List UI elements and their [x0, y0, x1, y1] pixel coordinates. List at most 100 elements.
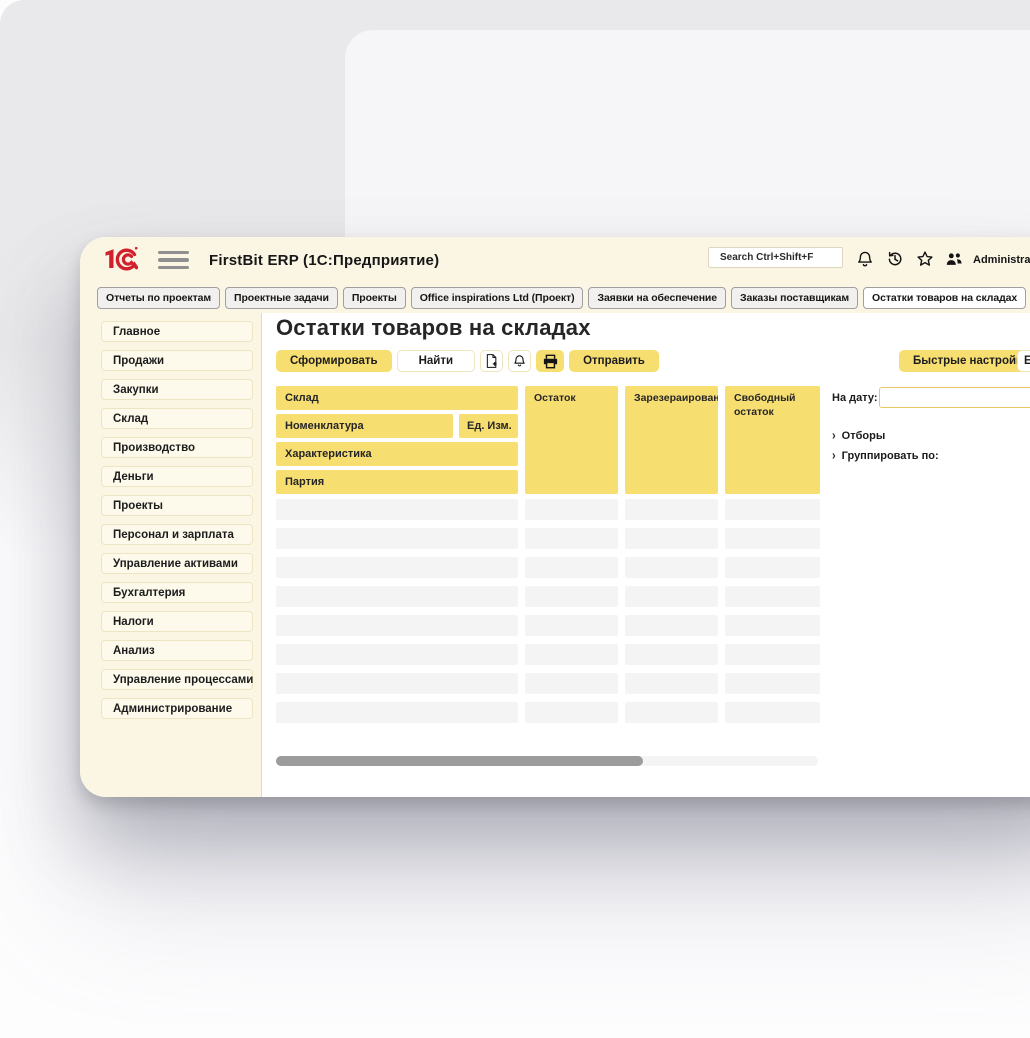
empty-cell	[725, 673, 820, 694]
more-button[interactable]: Ещё	[1017, 350, 1030, 372]
current-user-label[interactable]: Administrator	[973, 254, 1030, 266]
sidebar-item-warehouse[interactable]: Склад	[101, 408, 253, 429]
empty-cell	[525, 644, 618, 665]
sidebar-item-sales[interactable]: Продажи	[101, 350, 253, 371]
section-sidebar: Главное Продажи Закупки Склад Производст…	[80, 313, 262, 797]
empty-cell	[276, 673, 518, 694]
print-button[interactable]	[536, 350, 564, 372]
empty-cell	[725, 528, 820, 549]
empty-cell	[525, 528, 618, 549]
empty-cell	[625, 557, 718, 578]
sidebar-item-analysis[interactable]: Анализ	[101, 640, 253, 661]
sidebar-item-production[interactable]: Производство	[101, 437, 253, 458]
empty-cell	[525, 557, 618, 578]
page-title: Остатки товаров на складах	[276, 315, 591, 341]
table-row	[276, 644, 820, 665]
sidebar-item-process-management[interactable]: Управление процессами	[101, 669, 253, 690]
printer-icon	[542, 353, 559, 370]
tab-warehouse-stock[interactable]: Остатки товаров на складах	[863, 287, 1026, 309]
sidebar-item-purchases[interactable]: Закупки	[101, 379, 253, 400]
tab-supplier-orders[interactable]: Заказы поставщикам	[731, 287, 858, 309]
sidebar-item-hr-payroll[interactable]: Персонал и зарплата	[101, 524, 253, 545]
header-nomenclature[interactable]: Номенклатура	[276, 414, 453, 438]
sidebar-item-main[interactable]: Главное	[101, 321, 253, 342]
table-row	[276, 586, 820, 607]
empty-cell	[525, 673, 618, 694]
header-reserved[interactable]: Зарезераировано	[625, 386, 718, 494]
filters-disclosure[interactable]: › Отборы	[832, 430, 885, 442]
empty-cell	[625, 586, 718, 607]
empty-cell	[276, 615, 518, 636]
notifications-bell-icon[interactable]	[856, 250, 874, 268]
empty-cell	[625, 673, 718, 694]
chevron-right-icon: ›	[832, 449, 836, 463]
global-search[interactable]	[708, 247, 843, 268]
sidebar-item-taxes[interactable]: Налоги	[101, 611, 253, 632]
header-free-stock[interactable]: Свободный остаток	[725, 386, 820, 494]
empty-cell	[525, 702, 618, 723]
report-main-area: Остатки товаров на складах Сформировать …	[262, 313, 1030, 797]
report-alert-button[interactable]	[508, 350, 531, 372]
sidebar-item-asset-management[interactable]: Управление активами	[101, 553, 253, 574]
header-batch[interactable]: Партия	[276, 470, 518, 494]
empty-cell	[276, 644, 518, 665]
table-row	[276, 702, 820, 723]
quick-settings-button[interactable]: Быстрые настройки	[899, 350, 1030, 372]
tab-supply-requests[interactable]: Заявки на обеспечение	[588, 287, 726, 309]
horizontal-scrollbar[interactable]	[276, 756, 818, 766]
new-document-icon	[484, 353, 499, 369]
search-input[interactable]	[709, 252, 842, 263]
table-empty-rows	[276, 499, 820, 731]
hamburger-menu-icon[interactable]	[158, 251, 189, 269]
report-table-header: Склад Номенклатура Ед. Изм. Характеристи…	[276, 386, 820, 494]
empty-cell	[725, 557, 820, 578]
send-button[interactable]: Отправить	[569, 350, 659, 372]
header-stock[interactable]: Остаток	[525, 386, 618, 494]
empty-cell	[525, 615, 618, 636]
users-icon[interactable]	[945, 250, 963, 268]
header-characteristic[interactable]: Характеристика	[276, 442, 518, 466]
empty-cell	[276, 557, 518, 578]
sidebar-item-money[interactable]: Деньги	[101, 466, 253, 487]
favorites-star-icon[interactable]	[916, 250, 934, 268]
empty-cell	[525, 499, 618, 520]
empty-cell	[625, 702, 718, 723]
bell-icon	[512, 353, 527, 369]
tab-projects[interactable]: Проекты	[343, 287, 406, 309]
empty-cell	[725, 615, 820, 636]
table-row	[276, 499, 820, 520]
group-by-disclosure[interactable]: › Группировать по:	[832, 450, 939, 462]
empty-cell	[625, 528, 718, 549]
generate-button[interactable]: Сформировать	[276, 350, 392, 372]
empty-cell	[525, 586, 618, 607]
tab-project-reports[interactable]: Отчеты по проектам	[97, 287, 220, 309]
sidebar-item-accounting[interactable]: Бухгалтерия	[101, 582, 253, 603]
table-row	[276, 528, 820, 549]
tab-project-tasks[interactable]: Проектные задачи	[225, 287, 338, 309]
chevron-right-icon: ›	[832, 429, 836, 443]
empty-cell	[725, 702, 820, 723]
history-icon[interactable]	[886, 250, 904, 268]
empty-cell	[276, 702, 518, 723]
erp-window: FirstBit ERP (1С:Предприятие)	[80, 237, 1030, 797]
filters-label: Отборы	[842, 430, 886, 442]
empty-cell	[625, 644, 718, 665]
report-toolbar: Сформировать Найти	[276, 350, 659, 372]
date-input[interactable]	[879, 387, 1030, 408]
find-button[interactable]: Найти	[397, 350, 475, 372]
app-title: FirstBit ERP (1С:Предприятие)	[209, 252, 439, 269]
header-warehouse[interactable]: Склад	[276, 386, 518, 410]
tab-office-inspirations[interactable]: Office inspirations Ltd (Проект)	[411, 287, 584, 309]
header-unit[interactable]: Ед. Изм.	[459, 414, 518, 438]
empty-cell	[625, 499, 718, 520]
table-row	[276, 557, 820, 578]
sidebar-item-administration[interactable]: Администрирование	[101, 698, 253, 719]
document-tabstrip: Отчеты по проектам Проектные задачи Прое…	[80, 283, 1030, 313]
sidebar-item-projects[interactable]: Проекты	[101, 495, 253, 516]
empty-cell	[276, 499, 518, 520]
table-row	[276, 615, 820, 636]
empty-cell	[276, 586, 518, 607]
scrollbar-thumb[interactable]	[276, 756, 643, 766]
new-document-button[interactable]	[480, 350, 503, 372]
group-by-label: Группировать по:	[842, 450, 939, 462]
